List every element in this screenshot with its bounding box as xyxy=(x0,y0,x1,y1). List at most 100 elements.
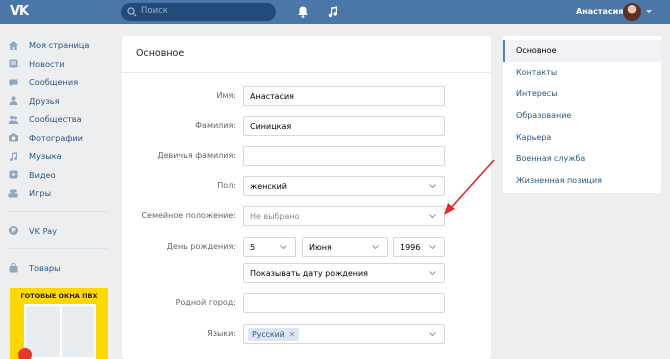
goods-icon xyxy=(9,262,18,273)
language-token-label: Русский xyxy=(252,330,285,339)
birthday-day-select[interactable]: 5 xyxy=(243,237,296,257)
maiden-name-label: Девичья фамилия: xyxy=(157,151,236,160)
sidebar-item-label: Моя страница xyxy=(29,40,90,51)
relationship-label: Семейное положение: xyxy=(141,211,236,220)
sidebar-item-label: Друзья xyxy=(29,95,60,106)
chevron-down-icon[interactable] xyxy=(646,10,652,14)
relationship-select[interactable]: Не выбрано xyxy=(243,206,445,226)
sidebar-item-label: Игры xyxy=(29,188,52,199)
search-input[interactable]: Поиск xyxy=(141,6,168,16)
sidebar-item[interactable]: Друзья xyxy=(8,92,118,111)
sidebar-item[interactable]: Фотографии xyxy=(8,129,118,148)
birthday-year-value: 1996 xyxy=(400,243,421,252)
sidebar-item-label: Фотографии xyxy=(29,132,83,143)
chevron-down-icon xyxy=(429,184,436,189)
sidebar-divider xyxy=(8,210,108,212)
messages-icon xyxy=(9,79,18,87)
bell-icon[interactable] xyxy=(296,5,310,19)
language-token: Русский ✕ xyxy=(248,328,300,341)
advertisement-banner[interactable]: ГОТОВЫЕ ОКНА ПВХ xyxy=(10,288,108,359)
sidebar-item[interactable]: Товары xyxy=(8,259,118,278)
news-icon xyxy=(9,59,18,68)
birthday-label: День рождения: xyxy=(166,242,236,251)
avatar[interactable] xyxy=(623,3,641,21)
user-name[interactable]: Анастасия xyxy=(576,7,623,16)
groups-icon xyxy=(8,115,19,124)
last-name-value: Синицкая xyxy=(250,122,292,131)
settings-nav: Основное Контакты Интересы Образование Карье… xyxy=(503,36,661,193)
birthday-day-value: 5 xyxy=(250,243,256,252)
window-image xyxy=(24,304,96,359)
sidebar-divider xyxy=(8,248,108,249)
vkpay-icon: P xyxy=(9,226,18,236)
languages-select[interactable]: Русский ✕ xyxy=(243,324,445,344)
languages-label: Языки: xyxy=(207,329,236,338)
birthday-month-value: Июня xyxy=(309,243,332,252)
settings-nav-item[interactable]: Интересы xyxy=(503,83,661,105)
settings-nav-item[interactable]: Карьера xyxy=(503,126,661,148)
gender-label: Пол: xyxy=(217,181,236,190)
music-note-icon[interactable] xyxy=(326,5,340,19)
relationship-placeholder: Не выбрано xyxy=(250,212,300,221)
first-name-field[interactable]: Анастасия xyxy=(243,86,445,106)
first-name-value: Анастасия xyxy=(250,92,294,101)
vk-logo[interactable]: VK xyxy=(10,4,32,19)
music-icon xyxy=(10,151,18,161)
birthday-visibility-select[interactable]: Показывать дату рождения xyxy=(243,263,445,283)
birthday-month-select[interactable]: Июня xyxy=(302,237,388,257)
birthday-year-select[interactable]: 1996 xyxy=(393,237,445,257)
settings-nav-item[interactable]: Образование xyxy=(503,105,661,127)
home-icon xyxy=(9,40,18,50)
games-icon xyxy=(8,189,18,198)
sidebar-item-label: Сообщества xyxy=(29,114,82,125)
first-name-label: Имя: xyxy=(216,91,236,100)
camera-icon xyxy=(9,133,18,142)
sidebar-item[interactable]: Новости xyxy=(8,55,118,74)
birthday-visibility-value: Показывать дату рождения xyxy=(250,269,368,278)
sidebar-item[interactable]: Сообщества xyxy=(8,110,118,129)
sidebar-item-label: Видео xyxy=(29,169,56,180)
chevron-down-icon xyxy=(429,214,436,219)
left-sidebar: Моя страница Новости Сообщения Друзья Сообще… xyxy=(8,36,118,278)
chevron-down-icon xyxy=(280,245,287,250)
search-box[interactable]: Поиск xyxy=(121,3,276,21)
page-title: Основное xyxy=(136,48,185,59)
sidebar-item[interactable]: Сообщения xyxy=(8,73,118,92)
basic-info-card: Основное Имя: Анастасия Фамилия: Синицка… xyxy=(122,36,491,359)
maiden-name-field[interactable] xyxy=(243,146,445,166)
sidebar-item-label: Музыка xyxy=(29,151,62,162)
video-icon xyxy=(9,170,18,179)
red-arrow-annotation xyxy=(444,159,495,215)
ad-badge xyxy=(18,348,32,359)
hometown-field[interactable] xyxy=(243,293,445,313)
sidebar-item[interactable]: P VK Pay xyxy=(8,222,118,241)
settings-nav-item[interactable]: Жизненная позиция xyxy=(503,170,661,192)
remove-token-icon[interactable]: ✕ xyxy=(289,330,296,339)
chevron-down-icon xyxy=(429,271,436,276)
card-divider xyxy=(122,72,491,73)
hometown-label: Родной город: xyxy=(175,298,236,307)
sidebar-item[interactable]: Моя страница xyxy=(8,36,118,55)
sidebar-item[interactable]: Музыка xyxy=(8,147,118,166)
search-icon xyxy=(127,7,137,17)
friends-icon xyxy=(9,96,18,106)
gender-value: женский xyxy=(250,182,287,191)
settings-nav-item[interactable]: Военная служба xyxy=(503,148,661,170)
ad-title: ГОТОВЫЕ ОКНА ПВХ xyxy=(20,292,98,300)
last-name-field[interactable]: Синицкая xyxy=(243,116,445,136)
last-name-label: Фамилия: xyxy=(195,121,236,130)
settings-nav-item[interactable]: Основное xyxy=(503,40,661,62)
chevron-down-icon xyxy=(429,332,436,337)
sidebar-item-label: Новости xyxy=(29,58,65,69)
sidebar-item[interactable]: Игры xyxy=(8,184,118,203)
sidebar-item-label: Сообщения xyxy=(29,77,79,88)
svg-text:P: P xyxy=(11,228,16,235)
settings-nav-item[interactable]: Контакты xyxy=(503,62,661,84)
top-bar: VK Поиск Анастасия xyxy=(0,0,670,24)
chevron-down-icon xyxy=(429,245,436,250)
chevron-down-icon xyxy=(372,245,379,250)
sidebar-item-label: VK Pay xyxy=(29,225,58,236)
sidebar-item-label: Товары xyxy=(29,263,61,274)
sidebar-item[interactable]: Видео xyxy=(8,166,118,185)
gender-select[interactable]: женский xyxy=(243,176,445,196)
